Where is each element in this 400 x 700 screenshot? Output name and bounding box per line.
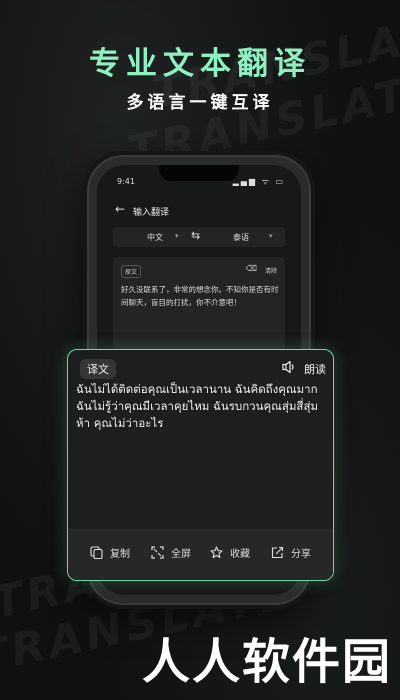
- share-icon: [271, 546, 284, 559]
- page-title: 输入翻译: [133, 208, 170, 218]
- share-button[interactable]: 分享: [271, 545, 311, 560]
- action-toolbar: 复制 全屏 收藏 分享: [68, 529, 333, 580]
- language-selector-bar: 中文 ▾ ⇆ 泰语 ▾: [113, 227, 285, 247]
- translation-card: 译文 朗读 ฉันไม่ได้ติดต่อคุณเป็นเวลานาน ฉันค…: [67, 349, 334, 581]
- brand-watermark: 人人软件园: [141, 634, 392, 690]
- clear-icon[interactable]: ⌫: [246, 264, 257, 273]
- translation-text: ฉันไม่ได้ติดต่อคุณเป็นเวลานาน ฉันคิดถึงค…: [76, 382, 319, 430]
- status-time: 9:41: [117, 177, 135, 186]
- favorite-button[interactable]: 收藏: [210, 545, 250, 560]
- dropdown-dot-icon: ▾: [175, 232, 179, 240]
- swap-languages-icon[interactable]: ⇆: [191, 229, 200, 242]
- fullscreen-label: 全屏: [171, 549, 191, 560]
- target-language-select[interactable]: 泰语: [233, 232, 249, 243]
- source-tag: 原文: [121, 265, 142, 278]
- copy-label: 复制: [110, 549, 130, 560]
- speaker-icon[interactable]: [282, 360, 296, 374]
- copy-icon: [90, 546, 103, 559]
- source-text-input[interactable]: 好久没联系了，非常的想念你。不知你是否有时间聊天，盲目的打扰，你不介意吧！: [121, 283, 279, 309]
- translation-tag: 译文: [80, 359, 116, 379]
- subline: 多语言一键互译: [126, 93, 274, 113]
- clear-button[interactable]: 清除: [265, 266, 277, 275]
- back-arrow-icon[interactable]: ←: [115, 202, 125, 216]
- star-icon: [210, 546, 223, 559]
- fullscreen-button[interactable]: 全屏: [151, 545, 191, 560]
- fullscreen-icon: [151, 546, 164, 559]
- copy-button[interactable]: 复制: [90, 545, 130, 560]
- source-text-card: 原文 ⌫ 清除 好久没联系了，非常的想念你。不知你是否有时间聊天，盲目的打扰，你…: [113, 257, 285, 357]
- favorite-label: 收藏: [230, 549, 250, 560]
- status-icons: ▂▄▆ ᯤ ▭: [232, 177, 285, 186]
- phone-notch: [159, 165, 239, 181]
- dropdown-dot-icon: ▾: [269, 232, 273, 240]
- headline: 专业文本翻译: [89, 46, 311, 82]
- read-aloud-button[interactable]: 朗读: [304, 361, 326, 377]
- source-language-select[interactable]: 中文: [147, 232, 163, 243]
- share-label: 分享: [291, 549, 311, 560]
